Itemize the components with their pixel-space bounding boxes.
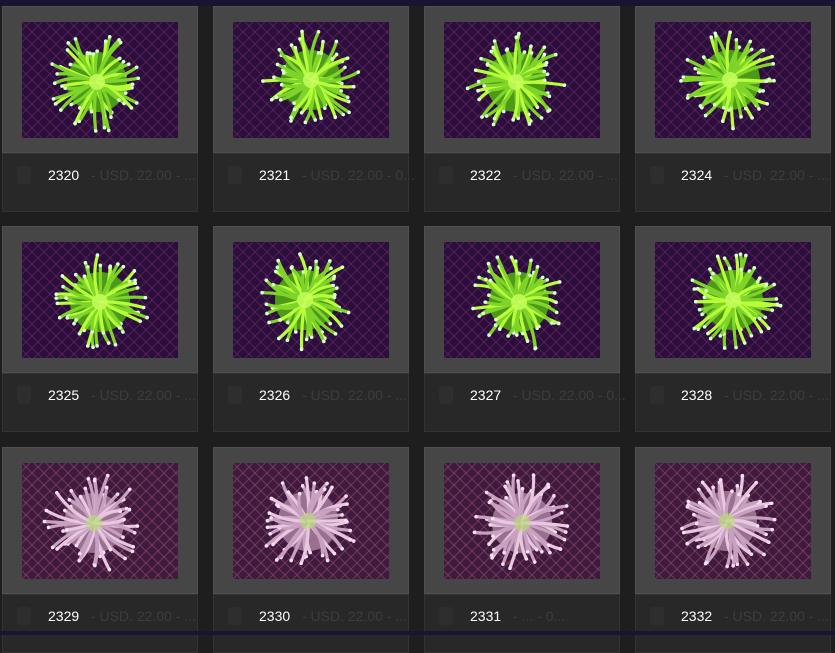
product-thumbnail-frame[interactable] [424, 6, 620, 153]
product-caption: 2327 - USD. 22.00 - 0... [424, 373, 626, 432]
product-caption: 2326 - USD. 22.00 - ... [213, 373, 409, 432]
product-price: - USD. 22.00 - ... [513, 167, 619, 183]
coral-photo[interactable] [655, 242, 811, 358]
product-price: - USD. 22.00 - ... [91, 608, 197, 624]
product-price: - ... - 0... [513, 608, 566, 624]
product-thumbnail-frame[interactable] [424, 447, 620, 594]
product-thumbnail-frame[interactable] [213, 226, 409, 373]
coral-photo[interactable] [444, 463, 600, 579]
product-number: 2327 [470, 387, 502, 403]
product-number: 2332 [681, 608, 713, 624]
coral-photo[interactable] [233, 463, 389, 579]
coral-photo[interactable] [655, 463, 811, 579]
cart-icon[interactable] [17, 386, 31, 404]
coral-photo[interactable] [655, 22, 811, 138]
product-thumbnail-frame[interactable] [213, 6, 409, 153]
cart-icon[interactable] [439, 607, 453, 625]
product-caption: 2325 - USD. 22.00 - ... [2, 373, 198, 432]
product-price: - USD. 22.00 - 0... [513, 387, 626, 403]
product-price: - USD. 22.00 - 0... [302, 167, 415, 183]
product-grid: 2320 - USD. 22.00 - ... 2321 - USD. 22.00 -… [2, 6, 835, 653]
product-price: - USD. 22.00 - ... [302, 608, 408, 624]
product-caption: 2320 - USD. 22.00 - ... [2, 153, 198, 212]
product-thumbnail-frame[interactable] [2, 226, 198, 373]
coral-photo[interactable] [444, 242, 600, 358]
product-price: - USD. 22.00 - ... [724, 387, 830, 403]
product-card[interactable]: 2326 - USD. 22.00 - ... [213, 226, 409, 432]
product-number: 2324 [681, 167, 713, 183]
product-number: 2329 [48, 608, 80, 624]
product-card[interactable]: 2324 - USD. 22.00 - ... [635, 6, 831, 212]
product-number: 2322 [470, 167, 502, 183]
cart-icon[interactable] [17, 607, 31, 625]
coral-photo[interactable] [22, 242, 178, 358]
product-price: - USD. 22.00 - ... [91, 167, 197, 183]
product-caption: 2330 - USD. 22.00 - ... [213, 594, 409, 653]
product-caption: 2322 - USD. 22.00 - ... [424, 153, 620, 212]
product-caption: 2331 - ... - 0... [424, 594, 620, 653]
cart-icon[interactable] [17, 166, 31, 184]
coral-photo[interactable] [233, 242, 389, 358]
product-number: 2320 [48, 167, 80, 183]
product-thumbnail-frame[interactable] [2, 447, 198, 594]
product-thumbnail-frame[interactable] [635, 447, 831, 594]
cart-icon[interactable] [650, 607, 664, 625]
product-card[interactable]: 2331 - ... - 0... [424, 447, 620, 653]
product-card[interactable]: 2330 - USD. 22.00 - ... [213, 447, 409, 653]
product-price: - USD. 22.00 - ... [724, 608, 830, 624]
product-caption: 2332 - USD. 22.00 - ... [635, 594, 831, 653]
product-number: 2325 [48, 387, 80, 403]
product-caption: 2329 - USD. 22.00 - ... [2, 594, 198, 653]
product-price: - USD. 22.00 - ... [724, 167, 830, 183]
product-card[interactable]: 2332 - USD. 22.00 - ... [635, 447, 831, 653]
cart-icon[interactable] [650, 386, 664, 404]
cart-icon[interactable] [228, 386, 242, 404]
cart-icon[interactable] [650, 166, 664, 184]
product-number: 2326 [259, 387, 291, 403]
product-thumbnail-frame[interactable] [635, 6, 831, 153]
product-card[interactable]: 2325 - USD. 22.00 - ... [2, 226, 198, 432]
cart-icon[interactable] [439, 386, 453, 404]
product-price: - USD. 22.00 - ... [91, 387, 197, 403]
product-card[interactable]: 2328 - USD. 22.00 - ... [635, 226, 831, 432]
bottom-frame-bar [0, 631, 835, 635]
product-card[interactable]: 2329 - USD. 22.00 - ... [2, 447, 198, 653]
coral-photo[interactable] [444, 22, 600, 138]
product-number: 2330 [259, 608, 291, 624]
product-number: 2331 [470, 608, 502, 624]
product-thumbnail-frame[interactable] [2, 6, 198, 153]
product-caption: 2328 - USD. 22.00 - ... [635, 373, 831, 432]
product-price: - USD. 22.00 - ... [302, 387, 408, 403]
product-thumbnail-frame[interactable] [635, 226, 831, 373]
product-number: 2328 [681, 387, 713, 403]
product-thumbnail-frame[interactable] [424, 226, 620, 373]
product-card[interactable]: 2322 - USD. 22.00 - ... [424, 6, 620, 212]
product-thumbnail-frame[interactable] [213, 447, 409, 594]
product-number: 2321 [259, 167, 291, 183]
product-card[interactable]: 2320 - USD. 22.00 - ... [2, 6, 198, 212]
coral-photo[interactable] [22, 463, 178, 579]
product-card[interactable]: 2327 - USD. 22.00 - 0... [424, 226, 626, 432]
coral-photo[interactable] [233, 22, 389, 138]
product-caption: 2324 - USD. 22.00 - ... [635, 153, 831, 212]
cart-icon[interactable] [228, 166, 242, 184]
product-caption: 2321 - USD. 22.00 - 0... [213, 153, 415, 212]
cart-icon[interactable] [228, 607, 242, 625]
cart-icon[interactable] [439, 166, 453, 184]
coral-photo[interactable] [22, 22, 178, 138]
product-card[interactable]: 2321 - USD. 22.00 - 0... [213, 6, 415, 212]
